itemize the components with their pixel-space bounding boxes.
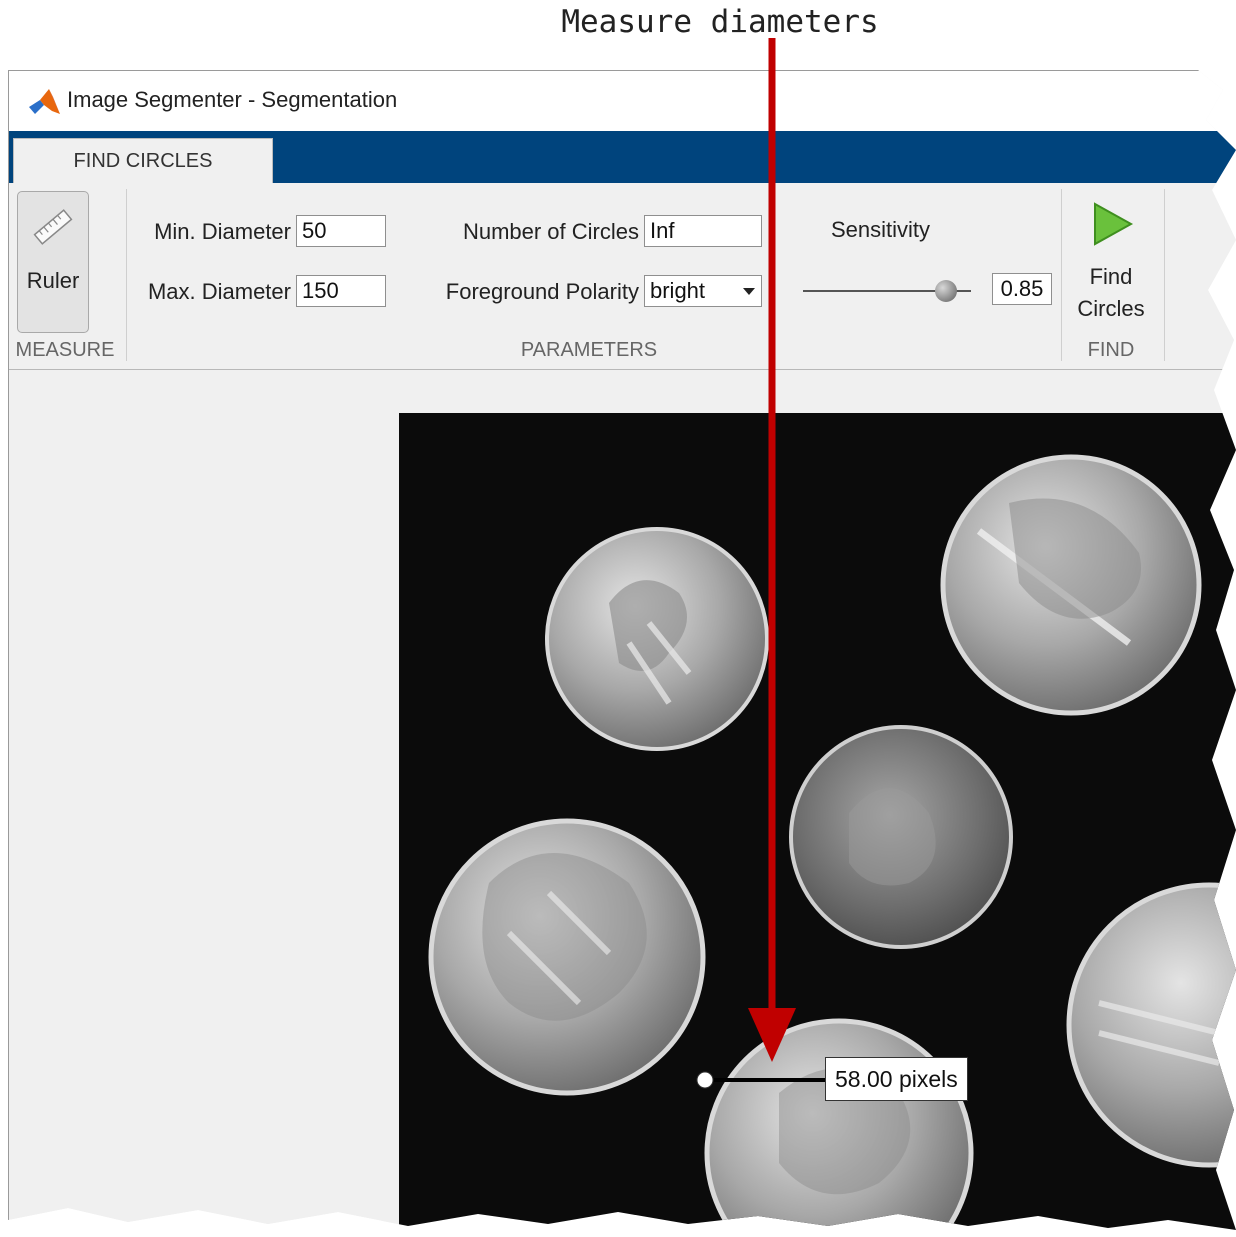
coin	[545, 527, 769, 751]
sensitivity-slider[interactable]	[803, 279, 971, 303]
coins-image	[428, 454, 1236, 1230]
measurement-label: 58.00 pixels	[825, 1057, 968, 1101]
toolstrip: Ruler MEASURE Min. Diameter 50 Max. Diam…	[9, 183, 1236, 370]
annotation-arrow	[748, 38, 796, 1062]
min-diameter-label: Min. Diameter	[154, 219, 291, 244]
find-label-line2: Circles	[1077, 296, 1145, 321]
tab-find-circles[interactable]: FIND CIRCLES	[13, 138, 273, 184]
min-diameter-field[interactable]: 50	[296, 215, 386, 247]
section-divider	[1164, 189, 1165, 361]
section-label-find: FIND	[1087, 339, 1135, 361]
window-title: Image Segmenter - Segmentation	[67, 87, 398, 112]
slider-thumb[interactable]	[934, 280, 957, 302]
section-label-measure: MEASURE	[15, 339, 115, 361]
num-circles-label: Number of Circles	[462, 219, 639, 244]
ruler-label: Ruler	[26, 268, 80, 293]
matlab-logo-icon	[29, 89, 60, 114]
find-label-line1: Find	[1089, 264, 1133, 289]
tab-strip: FIND CIRCLES	[9, 131, 1236, 184]
sensitivity-field[interactable]: 0.85	[992, 273, 1052, 305]
ruler-icon	[33, 209, 73, 245]
play-icon	[1094, 202, 1134, 246]
max-diameter-label: Max. Diameter	[147, 279, 291, 304]
image-segmenter-window: Image Segmenter - Segmentation FIND CIRC…	[8, 70, 1236, 1230]
ruler-button[interactable]: Ruler	[17, 191, 89, 333]
image-canvas[interactable]: 58.00 pixels	[399, 413, 1236, 1230]
polarity-value: bright	[650, 278, 706, 303]
sensitivity-label: Sensitivity	[831, 217, 931, 242]
max-diameter-field[interactable]: 150	[296, 275, 386, 307]
annotation-caption: Measure diameters	[561, 4, 879, 40]
section-divider	[126, 189, 127, 361]
section-divider	[1061, 189, 1062, 361]
polarity-label: Foreground Polarity	[445, 279, 639, 304]
find-circles-label: Find Circles	[1071, 261, 1151, 325]
coin	[428, 818, 706, 1096]
section-label-parameters: PARAMETERS	[520, 339, 658, 361]
find-circles-button[interactable]: Find Circles	[1071, 189, 1151, 329]
title-bar: Image Segmenter - Segmentation	[9, 71, 1236, 131]
coin	[1066, 882, 1236, 1168]
coin	[789, 725, 1013, 949]
coin	[940, 454, 1202, 716]
left-panel	[9, 370, 399, 1230]
